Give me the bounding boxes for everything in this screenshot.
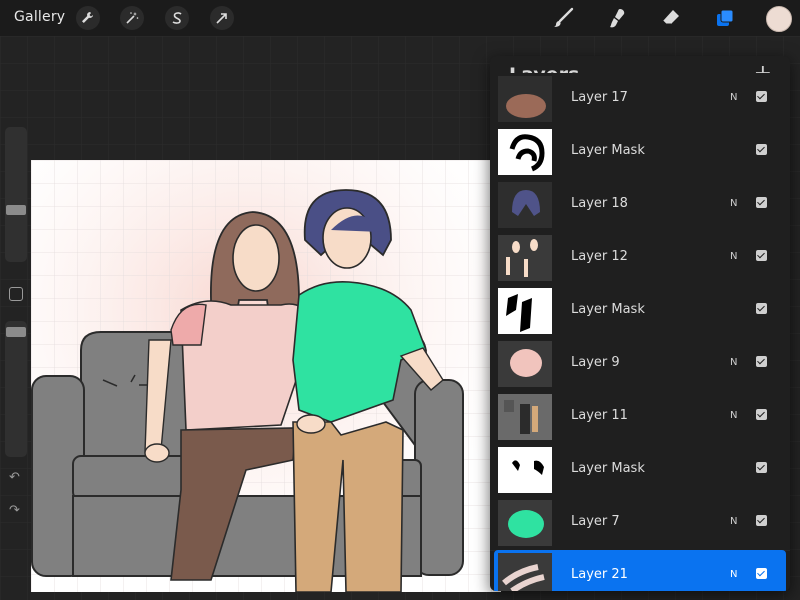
layer-row[interactable]: Layer Mask — [490, 285, 790, 339]
blend-mode[interactable]: N — [730, 251, 737, 262]
modify-button[interactable] — [9, 287, 23, 301]
layer-row[interactable]: Layer 9 N — [490, 338, 790, 392]
brush-size-slider[interactable] — [5, 127, 27, 262]
layer-thumbnail — [498, 341, 552, 387]
magic-wand-icon[interactable] — [120, 6, 144, 30]
undo-icon[interactable]: ↶ — [9, 470, 20, 485]
opacity-slider[interactable] — [5, 321, 27, 457]
layer-name: Layer 7 — [571, 514, 620, 529]
layer-row[interactable]: Layer 7 N — [490, 497, 790, 551]
layers-icon[interactable] — [712, 5, 738, 31]
layer-name: Layer 21 — [571, 567, 628, 582]
visibility-checkbox[interactable] — [756, 462, 767, 473]
wrench-icon[interactable] — [76, 6, 100, 30]
redo-icon[interactable]: ↷ — [9, 503, 20, 518]
layer-thumbnail — [498, 447, 552, 493]
selection-s-icon[interactable] — [165, 6, 189, 30]
gallery-button[interactable]: Gallery — [14, 9, 65, 25]
layer-name: Layer Mask — [571, 461, 645, 476]
visibility-checkbox[interactable] — [756, 515, 767, 526]
layers-panel: Layers + Layer 17 N Layer Mask Laye — [490, 56, 790, 591]
visibility-checkbox[interactable] — [756, 303, 767, 314]
layer-row[interactable]: Layer 11 N — [490, 391, 790, 445]
brush-size-knob[interactable] — [6, 205, 26, 215]
layer-row-selected[interactable]: Layer 21 N — [494, 550, 786, 591]
smudge-icon[interactable] — [604, 5, 630, 31]
layer-row[interactable]: Layer Mask — [490, 444, 790, 498]
layer-thumbnail — [498, 182, 552, 228]
layer-row[interactable]: Layer 18 N — [490, 179, 790, 233]
blend-mode[interactable]: N — [730, 198, 737, 209]
blend-mode[interactable]: N — [730, 357, 737, 368]
layer-row[interactable]: Layer 12 N — [490, 232, 790, 286]
blend-mode[interactable]: N — [730, 516, 737, 527]
layer-name: Layer 9 — [571, 355, 620, 370]
left-sidebar: ↶ ↷ — [2, 125, 30, 525]
layer-name: Layer 17 — [571, 90, 628, 105]
layer-row[interactable]: Layer Mask — [490, 126, 790, 180]
visibility-checkbox[interactable] — [756, 91, 767, 102]
layer-thumbnail — [498, 76, 552, 122]
layer-thumbnail — [498, 500, 552, 546]
visibility-checkbox[interactable] — [756, 144, 767, 155]
layer-name: Layer Mask — [571, 302, 645, 317]
layer-name: Layer Mask — [571, 143, 645, 158]
layer-thumbnail — [498, 235, 552, 281]
top-toolbar: Gallery — [0, 0, 800, 36]
layer-thumbnail — [498, 553, 552, 591]
visibility-checkbox[interactable] — [756, 568, 767, 579]
visibility-checkbox[interactable] — [756, 197, 767, 208]
layer-name: Layer 12 — [571, 249, 628, 264]
eraser-icon[interactable] — [658, 5, 684, 31]
layer-name: Layer 11 — [571, 408, 628, 423]
layer-row[interactable]: Layer 17 N — [490, 73, 790, 127]
artwork-canvas[interactable] — [31, 160, 501, 592]
opacity-knob[interactable] — [6, 327, 26, 337]
layer-thumbnail — [498, 288, 552, 334]
brush-icon[interactable] — [550, 5, 576, 31]
blend-mode[interactable]: N — [730, 569, 737, 580]
transform-arrow-icon[interactable] — [210, 6, 234, 30]
layer-name: Layer 18 — [571, 196, 628, 211]
visibility-checkbox[interactable] — [756, 250, 767, 261]
blend-mode[interactable]: N — [730, 410, 737, 421]
visibility-checkbox[interactable] — [756, 409, 767, 420]
visibility-checkbox[interactable] — [756, 356, 767, 367]
layer-thumbnail — [498, 394, 552, 440]
blend-mode[interactable]: N — [730, 92, 737, 103]
color-picker-swatch[interactable] — [766, 6, 792, 32]
layer-thumbnail — [498, 129, 552, 175]
